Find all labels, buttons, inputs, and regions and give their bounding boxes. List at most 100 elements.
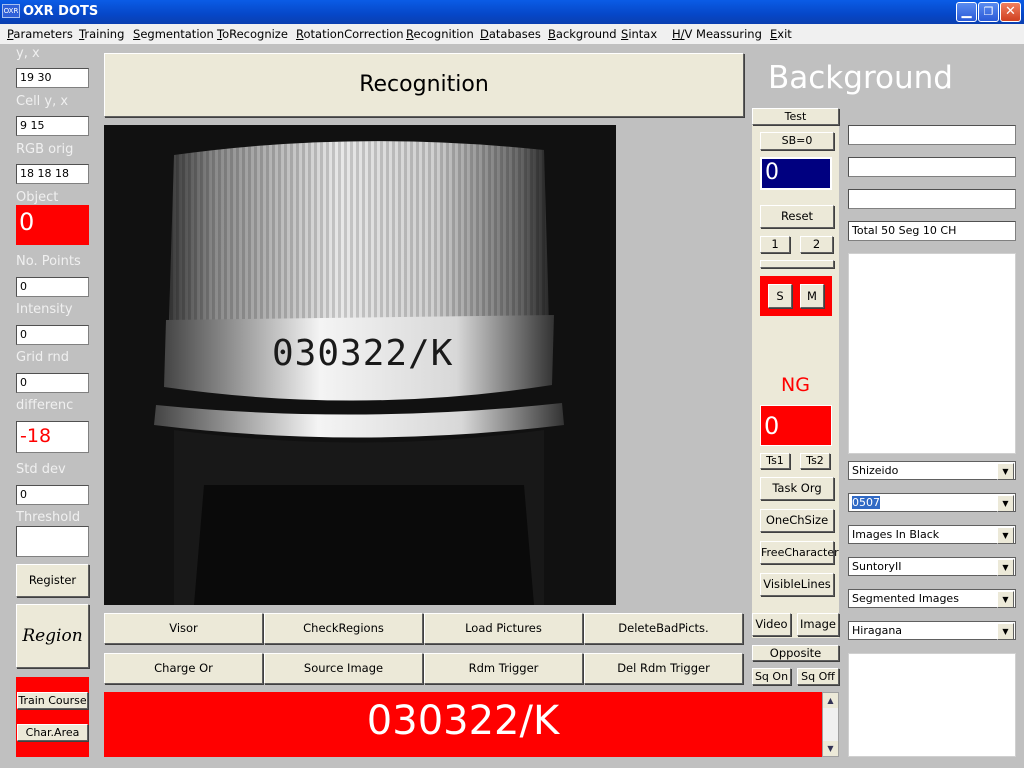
scroll-up-icon[interactable]: ▲ <box>823 693 838 708</box>
button-2[interactable]: 2 <box>800 236 833 253</box>
minimize-button[interactable]: ▁ <box>956 2 977 22</box>
result-display: 030322/K <box>104 692 822 757</box>
combo-brand-value: SuntoryII <box>852 560 902 573</box>
char-area-button[interactable]: Char.Area <box>17 724 88 741</box>
charge-or-button[interactable]: Charge Or <box>104 653 263 684</box>
chevron-down-icon[interactable]: ▼ <box>997 559 1014 576</box>
scroll-down-icon[interactable]: ▼ <box>823 741 838 756</box>
app-icon[interactable]: OXR <box>2 4 20 18</box>
grid-label: Grid rnd <box>16 350 70 365</box>
free-character-button[interactable]: FreeCharacter <box>760 541 839 564</box>
chevron-down-icon[interactable]: ▼ <box>997 463 1014 480</box>
chevron-down-icon[interactable]: ▼ <box>997 527 1014 544</box>
left-red-panel <box>16 677 89 757</box>
threshold-field[interactable] <box>16 526 89 557</box>
combo-code[interactable]: 0507 ▼ <box>848 493 1016 512</box>
register-button[interactable]: Register <box>16 564 89 597</box>
threshold-label: Threshold <box>16 510 81 525</box>
yx-label: y, x <box>16 46 40 61</box>
menu-recognition[interactable]: Recognition <box>406 27 474 41</box>
ts2-button[interactable]: Ts2 <box>800 453 830 469</box>
ts1-button[interactable]: Ts1 <box>760 453 790 469</box>
object-value: 0 <box>16 205 89 245</box>
menu-sintax[interactable]: Sintax <box>621 27 657 41</box>
source-image-button[interactable]: Source Image <box>264 653 423 684</box>
window-title: OXR DOTS <box>23 4 99 19</box>
one-ch-size-button[interactable]: OneChSize <box>760 509 834 532</box>
chevron-down-icon[interactable]: ▼ <box>997 495 1014 512</box>
button-1[interactable]: 1 <box>760 236 790 253</box>
menu-hv-meassuring[interactable]: H/V Meassuring <box>672 27 762 41</box>
load-pictures-button[interactable]: Load Pictures <box>424 613 583 644</box>
combo-images-mode-value: Images In Black <box>852 528 940 541</box>
sb-button[interactable]: SB=0 <box>760 132 834 150</box>
combo-code-value: 0507 <box>852 496 880 509</box>
grid-field[interactable]: 0 <box>16 373 89 393</box>
menu-bar: Parameters Training Segmentation ToRecog… <box>0 24 1024 44</box>
intensity-field[interactable]: 0 <box>16 325 89 345</box>
check-regions-button[interactable]: CheckRegions <box>264 613 423 644</box>
right-bottom-box[interactable] <box>848 653 1016 757</box>
delete-bad-picts-button[interactable]: DeleteBadPicts. <box>584 613 743 644</box>
total-seg-field[interactable]: Total 50 Seg 10 CH <box>848 221 1016 241</box>
points-label: No. Points <box>16 254 81 269</box>
camera-image[interactable]: 030322/K <box>104 125 616 605</box>
combo-company[interactable]: Shizeido ▼ <box>848 461 1016 480</box>
opposite-button[interactable]: Opposite <box>752 645 839 661</box>
s-button[interactable]: S <box>768 284 792 308</box>
recognition-title[interactable]: Recognition <box>104 53 744 117</box>
menu-exit[interactable]: Exit <box>770 27 792 41</box>
menu-background[interactable]: Background <box>548 27 617 41</box>
maximize-button[interactable]: ❐ <box>978 2 999 22</box>
rdm-trigger-button[interactable]: Rdm Trigger <box>424 653 583 684</box>
cell-field[interactable]: 9 15 <box>16 116 89 136</box>
video-button[interactable]: Video <box>752 613 791 636</box>
reset-button[interactable]: Reset <box>760 205 834 228</box>
m-button[interactable]: M <box>800 284 824 308</box>
right-field-3[interactable] <box>848 189 1016 209</box>
combo-images-mode[interactable]: Images In Black ▼ <box>848 525 1016 544</box>
rgb-field[interactable]: 18 18 18 <box>16 164 89 184</box>
train-course-button[interactable]: Train Course <box>17 692 88 709</box>
minimize-icon: ▁ <box>961 4 972 19</box>
intensity-label: Intensity <box>16 302 73 317</box>
result-scrollbar[interactable]: ▲ ▼ <box>822 692 839 757</box>
menu-segmentation[interactable]: Segmentation <box>133 27 214 41</box>
test-button[interactable]: Test <box>752 108 839 125</box>
combo-brand[interactable]: SuntoryII ▼ <box>848 557 1016 576</box>
task-org-button[interactable]: Task Org <box>760 477 834 500</box>
combo-segmentation-value: Segmented Images <box>852 592 959 605</box>
close-button[interactable]: ✕ <box>1000 2 1021 22</box>
blue-counter: 0 <box>760 157 832 190</box>
rgb-label: RGB orig <box>16 142 74 157</box>
thin-bar-button[interactable] <box>760 260 834 268</box>
menu-training[interactable]: Training <box>79 27 124 41</box>
difference-label: differenc <box>16 398 74 413</box>
chevron-down-icon[interactable]: ▼ <box>997 623 1014 640</box>
menu-databases[interactable]: Databases <box>480 27 541 41</box>
menu-torecognize[interactable]: ToRecognize <box>217 27 288 41</box>
visible-lines-button[interactable]: VisibleLines <box>760 573 834 596</box>
difference-field[interactable]: -18 <box>16 421 89 453</box>
menu-rotationcorrection[interactable]: RotationCorrection <box>296 27 404 41</box>
combo-script[interactable]: Hiragana ▼ <box>848 621 1016 640</box>
restore-icon: ❐ <box>983 5 994 18</box>
right-list-box[interactable] <box>848 253 1016 454</box>
yx-field[interactable]: 19 30 <box>16 68 89 88</box>
stddev-field[interactable]: 0 <box>16 485 89 505</box>
cap-print-text: 030322/K <box>272 333 454 374</box>
del-rdm-trigger-button[interactable]: Del Rdm Trigger <box>584 653 743 684</box>
sq-on-button[interactable]: Sq On <box>752 668 791 685</box>
menu-parameters[interactable]: Parameters <box>7 27 73 41</box>
cell-label: Cell y, x <box>16 94 69 109</box>
right-field-2[interactable] <box>848 157 1016 177</box>
right-field-1[interactable] <box>848 125 1016 145</box>
chevron-down-icon[interactable]: ▼ <box>997 591 1014 608</box>
visor-button[interactable]: Visor <box>104 613 263 644</box>
stddev-label: Std dev <box>16 462 66 477</box>
sq-off-button[interactable]: Sq Off <box>797 668 839 685</box>
image-button[interactable]: Image <box>797 613 839 636</box>
combo-segmentation[interactable]: Segmented Images ▼ <box>848 589 1016 608</box>
region-button[interactable]: Region <box>16 604 89 668</box>
points-field[interactable]: 0 <box>16 277 89 297</box>
